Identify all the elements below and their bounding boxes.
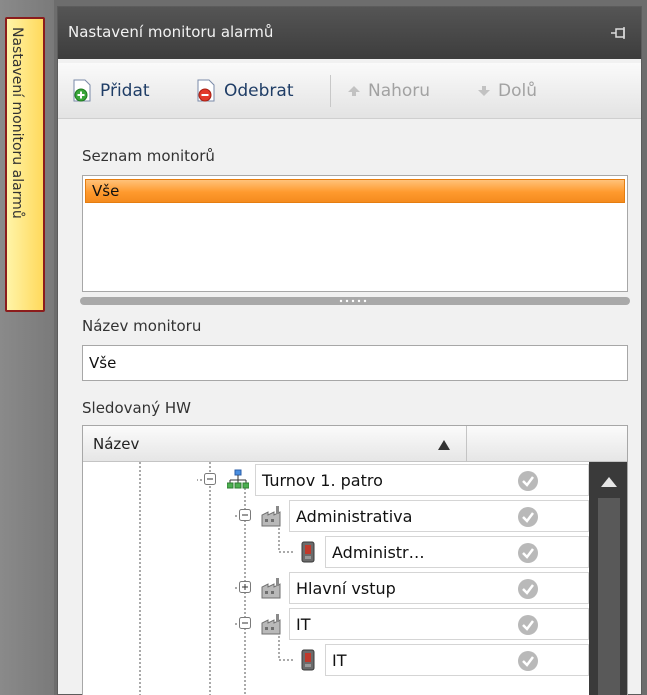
tree-row[interactable]: IT: [83, 606, 589, 642]
monitor-list-item-selected[interactable]: Vše: [85, 179, 625, 203]
status-cell: [468, 644, 589, 676]
check-ok-icon: [518, 615, 538, 635]
status-cell: [468, 536, 589, 568]
pin-icon[interactable]: [609, 23, 629, 43]
collapse-icon[interactable]: [204, 473, 216, 485]
status-cell: [468, 608, 589, 640]
tree-node-label: IT: [325, 644, 468, 676]
panel-title: Nastavení monitoru alarmů: [68, 23, 274, 41]
building-icon: [261, 578, 281, 599]
monitor-name-label: Název monitoru: [82, 317, 202, 335]
building-icon: [261, 614, 281, 635]
arrow-down-icon: [478, 86, 490, 96]
panel-titlebar: Nastavení monitoru alarmů: [58, 7, 641, 59]
toolbar: Přidat Odebrat Nahoru Dolů: [58, 63, 641, 119]
move-up-button[interactable]: Nahoru: [346, 77, 430, 105]
building-icon: [261, 506, 281, 527]
tree-row[interactable]: Turnov 1. patro: [83, 462, 589, 498]
monitor-name-input[interactable]: Vše: [82, 345, 628, 381]
status-cell: [468, 572, 589, 604]
expand-icon[interactable]: [239, 581, 251, 593]
check-ok-icon: [518, 543, 538, 563]
remove-button-label: Odebrat: [224, 81, 294, 101]
remove-button[interactable]: Odebrat: [196, 77, 294, 105]
side-tab-label: Nastavení monitoru alarmů: [9, 27, 25, 219]
add-button[interactable]: Přidat: [72, 77, 150, 105]
check-ok-icon: [518, 471, 538, 491]
tree-node-label: Administr…: [325, 536, 468, 568]
side-tab-alarm-monitor[interactable]: Nastavení monitoru alarmů: [5, 17, 45, 312]
alarm-monitor-settings-panel: Nastavení monitoru alarmů Přidat Odebrat…: [57, 6, 642, 695]
tree-node-label: Administrativa: [289, 500, 468, 532]
tree-node-label: IT: [289, 608, 468, 640]
remove-document-icon: [197, 79, 215, 102]
splitter-handle[interactable]: [80, 297, 630, 305]
grip-dots-icon: [339, 299, 367, 303]
add-button-label: Přidat: [100, 81, 150, 101]
status-cell: [468, 464, 589, 496]
side-tab-strip: Nastavení monitoru alarmů: [0, 0, 54, 695]
tree-node-label: Turnov 1. patro: [255, 464, 468, 496]
move-down-button[interactable]: Dolů: [476, 77, 537, 105]
tree-row[interactable]: IT: [83, 642, 589, 678]
collapse-icon[interactable]: [239, 617, 251, 629]
tree-row[interactable]: Administr…: [83, 534, 589, 570]
sort-ascending-icon: [438, 440, 450, 450]
tree-header: Název: [83, 426, 627, 462]
tree-scrollbar[interactable]: [589, 462, 627, 695]
add-document-icon: [73, 79, 91, 102]
network-icon: [227, 469, 249, 489]
move-down-label: Dolů: [498, 81, 537, 101]
move-up-label: Nahoru: [368, 81, 431, 101]
column-header-name[interactable]: Název: [83, 426, 467, 462]
monitor-list[interactable]: Vše: [82, 175, 628, 292]
column-header-name-label: Název: [93, 435, 140, 453]
status-cell: [468, 500, 589, 532]
monitored-hw-label: Sledovaný HW: [82, 399, 191, 417]
hw-tree[interactable]: Název Turnov 1. patro Administrativa Adm…: [82, 425, 628, 695]
monitor-list-label: Seznam monitorů: [82, 147, 215, 165]
arrow-up-icon: [348, 86, 360, 96]
tree-row[interactable]: Hlavní vstup: [83, 570, 589, 606]
scroll-thumb[interactable]: [598, 498, 620, 695]
collapse-icon[interactable]: [239, 509, 251, 521]
scroll-up-icon[interactable]: [600, 476, 618, 488]
check-ok-icon: [518, 507, 538, 527]
check-ok-icon: [518, 651, 538, 671]
check-ok-icon: [518, 579, 538, 599]
card-reader-icon: [301, 649, 315, 671]
tree-node-label: Hlavní vstup: [289, 572, 468, 604]
tree-row[interactable]: Administrativa: [83, 498, 589, 534]
card-reader-icon: [301, 541, 315, 563]
toolbar-separator: [330, 75, 331, 107]
